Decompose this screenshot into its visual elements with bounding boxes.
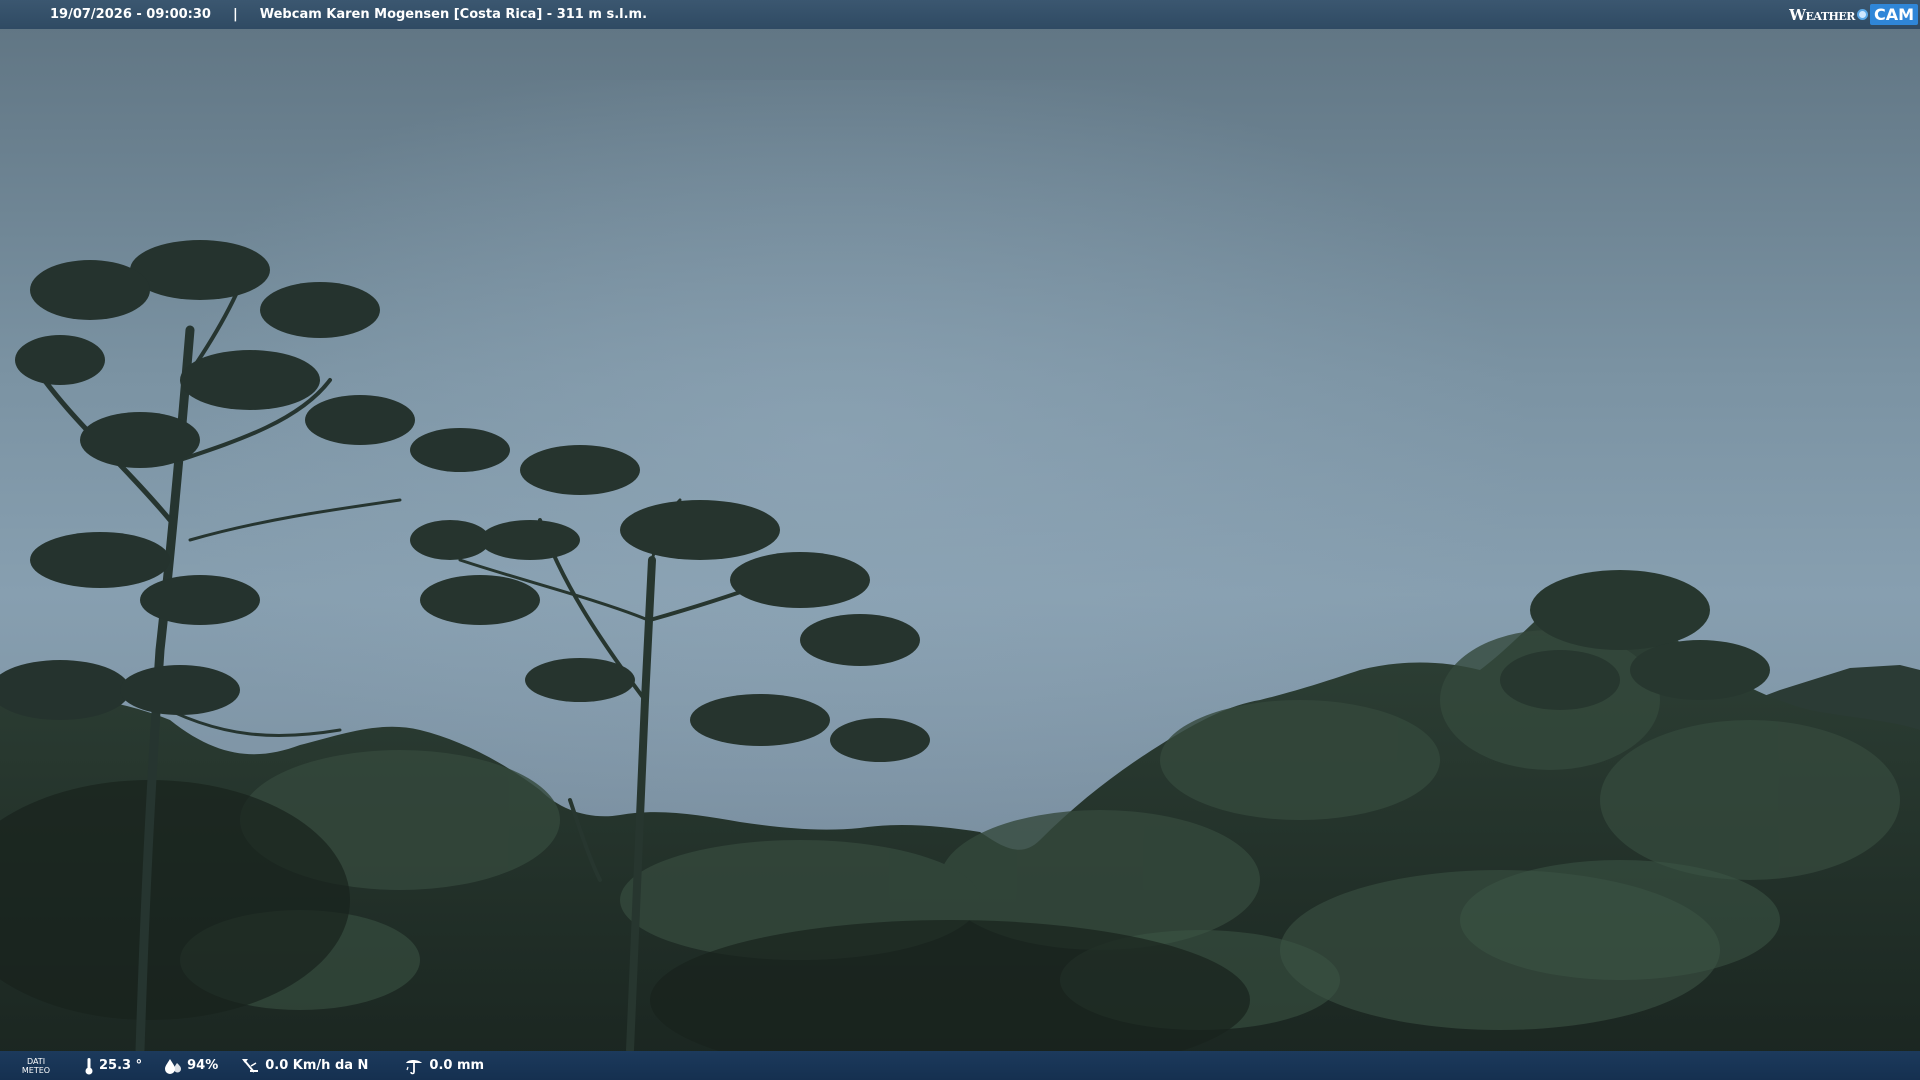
dati-meteo-label: DATI METEO <box>10 1057 62 1075</box>
rain-gauge-icon <box>404 1057 424 1075</box>
datetime-label: 19/07/2026 - 09:00:30 <box>50 7 211 22</box>
temperature-value: 25.3 ° <box>99 1058 143 1073</box>
weather-data-bar: DATI METEO 25.3 ° 94% 0.0 Km/h da N 0.0 … <box>0 1051 1920 1080</box>
temperature-reading: 25.3 ° <box>84 1057 142 1075</box>
top-info-bar: 19/07/2026 - 09:00:30 | Webcam Karen Mog… <box>0 0 1920 29</box>
webcam-image <box>0 0 1920 1080</box>
thermometer-icon <box>84 1057 94 1075</box>
logo-text-weather: Weather <box>1789 5 1855 24</box>
webcam-location-label: Webcam Karen Mogensen [Costa Rica] - 311… <box>259 7 648 22</box>
humidity-reading: 94% <box>164 1058 218 1074</box>
weathercam-logo: Weather CAM <box>1789 3 1918 26</box>
logo-text-cam: CAM <box>1869 4 1918 25</box>
wind-value: 0.0 Km/h da N <box>265 1058 369 1073</box>
humidity-drop-icon <box>164 1058 182 1074</box>
dati-line-2: METEO <box>21 1065 51 1075</box>
wind-reading: 0.0 Km/h da N <box>240 1057 368 1075</box>
rain-value: 0.0 mm <box>429 1058 485 1073</box>
rain-reading: 0.0 mm <box>404 1057 484 1075</box>
logo-dot-icon <box>1856 9 1868 20</box>
wind-vane-icon <box>240 1057 260 1075</box>
dati-line-1: DATI <box>26 1056 46 1066</box>
humidity-value: 94% <box>187 1058 219 1073</box>
header-separator: | <box>232 7 238 22</box>
